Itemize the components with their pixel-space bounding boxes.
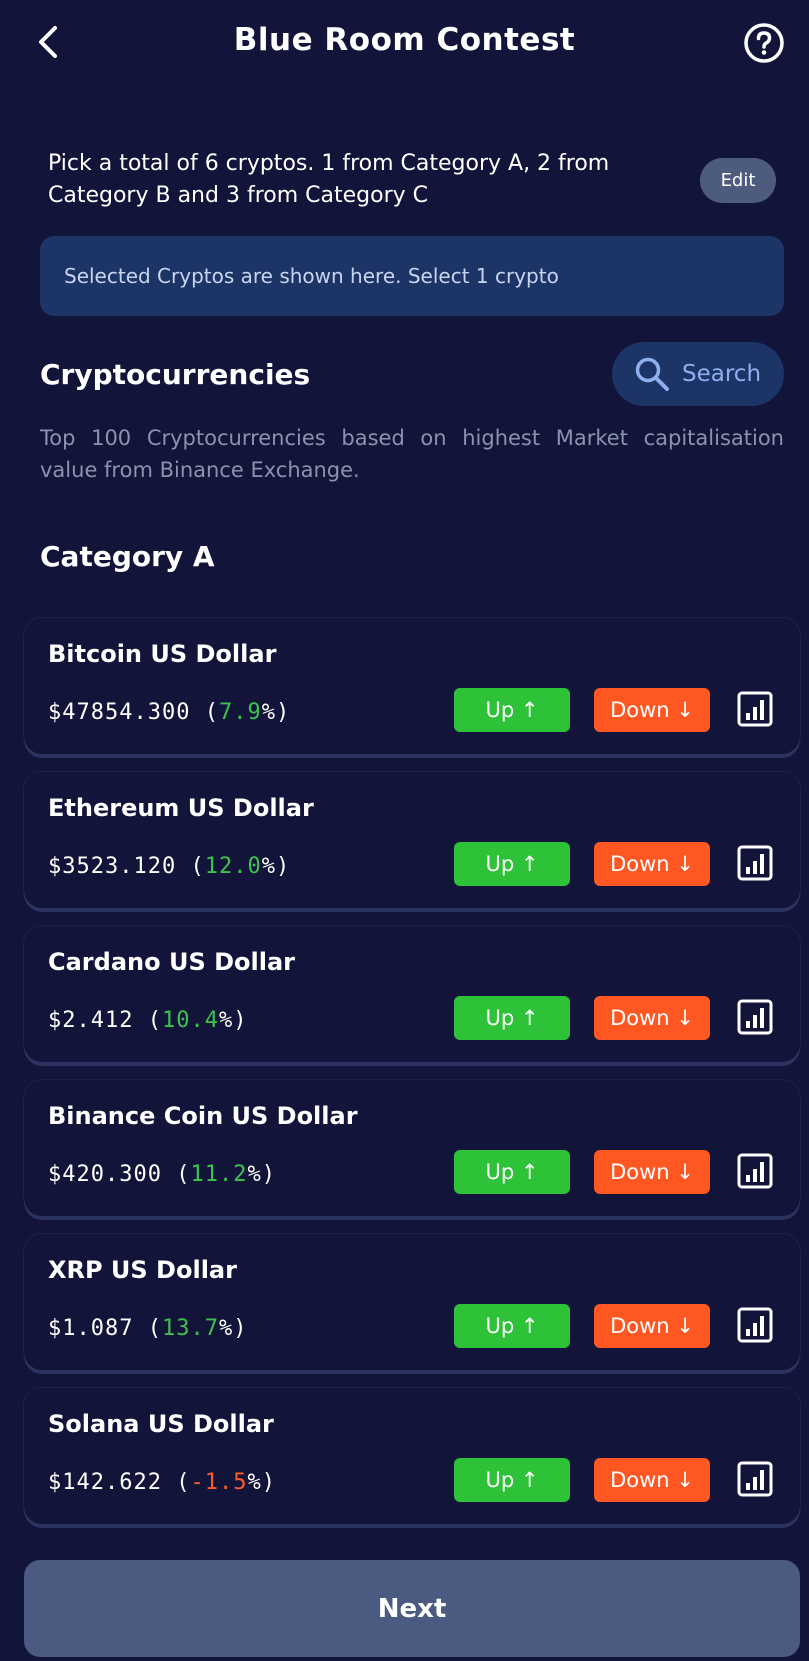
crypto-change: 13.7 — [161, 1316, 219, 1341]
crypto-price-line: $47854.300 (7.9%) — [48, 700, 291, 725]
down-label: Down — [610, 1468, 670, 1492]
crypto-name: Cardano US Dollar — [48, 948, 295, 976]
up-label: Up — [485, 1006, 515, 1030]
arrow-up-icon: ↑ — [520, 698, 539, 722]
down-button[interactable]: Down ↓ — [594, 1150, 710, 1194]
up-label: Up — [485, 1160, 515, 1184]
search-label: Search — [682, 361, 762, 387]
crypto-price: $420.300 — [48, 1162, 162, 1187]
crypto-card[interactable]: Solana US Dollar $142.622 (-1.5%) Up ↑ D… — [24, 1388, 800, 1524]
crypto-price: $2.412 — [48, 1008, 134, 1033]
up-button[interactable]: Up ↑ — [454, 1458, 570, 1502]
crypto-name: Binance Coin US Dollar — [48, 1102, 358, 1130]
next-button[interactable]: Next — [24, 1560, 800, 1657]
down-button[interactable]: Down ↓ — [594, 1458, 710, 1502]
page-title: Blue Room Contest — [233, 22, 576, 58]
chart-icon[interactable] — [737, 691, 773, 727]
crypto-card[interactable]: Binance Coin US Dollar $420.300 (11.2%) … — [24, 1080, 800, 1216]
category-title: Category A — [40, 540, 215, 573]
crypto-price-line: $1.087 (13.7%) — [48, 1316, 248, 1341]
down-button[interactable]: Down ↓ — [594, 996, 710, 1040]
crypto-name: XRP US Dollar — [48, 1256, 237, 1284]
crypto-change: 11.2 — [190, 1162, 248, 1187]
arrow-up-icon: ↑ — [520, 1160, 539, 1184]
up-button[interactable]: Up ↑ — [454, 688, 570, 732]
crypto-name: Ethereum US Dollar — [48, 794, 314, 822]
down-button[interactable]: Down ↓ — [594, 1304, 710, 1348]
up-label: Up — [485, 852, 515, 876]
down-button[interactable]: Down ↓ — [594, 842, 710, 886]
crypto-price: $1.087 — [48, 1316, 134, 1341]
up-button[interactable]: Up ↑ — [454, 842, 570, 886]
chart-icon[interactable] — [737, 1307, 773, 1343]
down-label: Down — [610, 1160, 670, 1184]
app-header: Blue Room Contest — [0, 0, 809, 90]
chart-icon[interactable] — [737, 999, 773, 1035]
down-label: Down — [610, 698, 670, 722]
search-button[interactable]: Search — [612, 342, 784, 406]
crypto-price: $142.622 — [48, 1470, 162, 1495]
arrow-down-icon: ↓ — [676, 698, 694, 722]
down-label: Down — [610, 852, 670, 876]
up-label: Up — [485, 1468, 515, 1492]
search-icon — [635, 357, 669, 391]
crypto-price: $3523.120 — [48, 854, 177, 879]
crypto-change: 7.9 — [218, 700, 262, 725]
crypto-name: Bitcoin US Dollar — [48, 640, 277, 668]
up-button[interactable]: Up ↑ — [454, 1304, 570, 1348]
arrow-down-icon: ↓ — [676, 1006, 694, 1030]
crypto-price-line: $2.412 (10.4%) — [48, 1008, 248, 1033]
chart-icon[interactable] — [737, 1153, 773, 1189]
crypto-name: Solana US Dollar — [48, 1410, 274, 1438]
up-label: Up — [485, 1314, 515, 1338]
crypto-price-line: $420.300 (11.2%) — [48, 1162, 276, 1187]
arrow-down-icon: ↓ — [676, 852, 694, 876]
arrow-up-icon: ↑ — [520, 1006, 539, 1030]
chart-icon[interactable] — [737, 1461, 773, 1497]
down-label: Down — [610, 1006, 670, 1030]
up-label: Up — [485, 698, 515, 722]
crypto-price-line: $142.622 (-1.5%) — [48, 1470, 276, 1495]
arrow-up-icon: ↑ — [520, 1468, 539, 1492]
arrow-down-icon: ↓ — [676, 1468, 694, 1492]
up-button[interactable]: Up ↑ — [454, 996, 570, 1040]
crypto-price-line: $3523.120 (12.0%) — [48, 854, 291, 879]
crypto-card[interactable]: Bitcoin US Dollar $47854.300 (7.9%) Up ↑… — [24, 618, 800, 754]
selected-cryptos-panel: Selected Cryptos are shown here. Select … — [40, 236, 784, 316]
section-description: Top 100 Cryptocurrencies based on highes… — [40, 426, 784, 482]
help-button[interactable] — [743, 22, 785, 64]
edit-button[interactable]: Edit — [700, 158, 776, 203]
arrow-up-icon: ↑ — [520, 852, 539, 876]
crypto-card[interactable]: Ethereum US Dollar $3523.120 (12.0%) Up … — [24, 772, 800, 908]
crypto-price: $47854.300 — [48, 700, 191, 725]
crypto-card[interactable]: XRP US Dollar $1.087 (13.7%) Up ↑ Down ↓ — [24, 1234, 800, 1370]
instruction-text: Pick a total of 6 cryptos. 1 from Catego… — [48, 151, 610, 208]
crypto-change: -1.5 — [190, 1470, 248, 1495]
arrow-down-icon: ↓ — [676, 1314, 694, 1338]
selected-cryptos-text: Selected Cryptos are shown here. Select … — [64, 264, 559, 288]
crypto-card[interactable]: Cardano US Dollar $2.412 (10.4%) Up ↑ Do… — [24, 926, 800, 1062]
down-label: Down — [610, 1314, 670, 1338]
arrow-up-icon: ↑ — [520, 1314, 539, 1338]
section-title: Cryptocurrencies — [40, 358, 311, 391]
chart-icon[interactable] — [737, 845, 773, 881]
crypto-change: 12.0 — [204, 854, 262, 879]
help-icon — [744, 23, 784, 63]
arrow-down-icon: ↓ — [676, 1160, 694, 1184]
crypto-change: 10.4 — [161, 1008, 219, 1033]
down-button[interactable]: Down ↓ — [594, 688, 710, 732]
up-button[interactable]: Up ↑ — [454, 1150, 570, 1194]
